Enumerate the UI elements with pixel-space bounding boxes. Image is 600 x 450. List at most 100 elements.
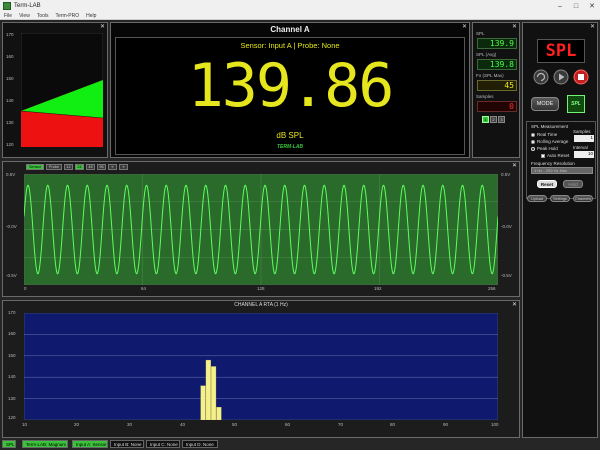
meter-tick: 150 bbox=[6, 76, 14, 81]
status-spl: SPL bbox=[2, 440, 16, 448]
menu-file[interactable]: File bbox=[4, 13, 12, 19]
radio-rolling-average[interactable] bbox=[531, 139, 535, 144]
option-label: Rolling Average bbox=[537, 139, 569, 144]
measurement-title: SPL Measurement bbox=[531, 124, 569, 129]
samples-value: 0 bbox=[477, 101, 517, 112]
rta-y-tick: 140 bbox=[8, 374, 16, 379]
interval-field-label: Interval bbox=[573, 145, 588, 150]
app-icon bbox=[3, 2, 11, 10]
page-button-3[interactable]: 3 bbox=[498, 116, 505, 123]
reset-button[interactable]: Reset bbox=[537, 180, 557, 188]
rta-plot bbox=[24, 313, 498, 420]
meter-tick: 140 bbox=[6, 98, 14, 103]
minimize-button[interactable]: – bbox=[552, 0, 568, 12]
meter-tick: 160 bbox=[6, 54, 14, 59]
x-tick: 192 bbox=[374, 286, 382, 291]
tab-48[interactable]: 48 bbox=[86, 164, 95, 170]
rta-y-tick: 170 bbox=[8, 310, 16, 315]
reading-unit: dB SPL bbox=[276, 131, 304, 140]
option-rolling-average[interactable]: Rolling Average bbox=[531, 139, 568, 144]
interval-input[interactable]: 10 bbox=[574, 151, 594, 158]
menu-term-pro[interactable]: Term-PRO bbox=[56, 13, 80, 19]
tab-menu-a[interactable]: ≡ bbox=[108, 164, 117, 170]
radio-real-time[interactable] bbox=[531, 132, 535, 137]
transport-buttons bbox=[533, 69, 589, 85]
rta-x-tick: 20 bbox=[74, 422, 80, 427]
rta-x-tick: 50 bbox=[232, 422, 238, 427]
spl-badge: SPL bbox=[537, 39, 585, 63]
tab-12[interactable]: 12 bbox=[64, 164, 73, 170]
channel-display-panel: ✕ Channel A Sensor: Input A | Probe: Non… bbox=[110, 22, 470, 158]
settings-button[interactable]: Settings bbox=[550, 195, 570, 202]
tab-sensor[interactable]: Sensor bbox=[26, 164, 44, 170]
rta-x-tick: 10 bbox=[22, 422, 28, 427]
status-input-d: Input D: None bbox=[182, 440, 218, 448]
tab-24[interactable]: 24 bbox=[75, 164, 84, 170]
hold-button[interactable]: Hold bbox=[563, 180, 583, 188]
y-tick-right: -0.5V bbox=[501, 273, 512, 278]
close-icon[interactable]: ✕ bbox=[100, 24, 105, 30]
close-window-button[interactable]: ✕ bbox=[584, 0, 600, 12]
option-label: Peak Hold bbox=[537, 146, 558, 151]
control-panel: ✕ SPL MODE SPL SPL Measurement Samples 1… bbox=[522, 22, 598, 438]
rta-bar bbox=[211, 366, 217, 420]
rta-x-tick: 80 bbox=[390, 422, 396, 427]
tab-96[interactable]: 96 bbox=[97, 164, 106, 170]
rta-x-tick: 100 bbox=[491, 422, 499, 427]
waveform-panel: ✕ Sensor Probe 12 24 48 96 ≡ ≡ 0.5V -0.0… bbox=[2, 161, 520, 297]
option-real-time[interactable]: Real Time bbox=[531, 132, 557, 137]
spl-label: SPL bbox=[476, 31, 485, 36]
main-reading: 139.86 bbox=[187, 51, 395, 121]
mode-button[interactable]: MODE bbox=[531, 97, 559, 111]
x-tick: 128 bbox=[257, 286, 265, 291]
meter-tick: 130 bbox=[6, 120, 14, 125]
status-device: Term-LAB: Magnum bbox=[22, 440, 68, 448]
auto-reset-label: Auto Reset bbox=[547, 153, 570, 158]
channels-button[interactable]: Channels bbox=[573, 195, 593, 202]
auto-reset-checkbox[interactable] bbox=[541, 153, 545, 158]
rta-bar bbox=[216, 407, 222, 420]
refresh-icon bbox=[533, 69, 549, 85]
rta-x-tick: 60 bbox=[285, 422, 291, 427]
maximize-button[interactable]: □ bbox=[568, 0, 584, 12]
rta-bar bbox=[205, 359, 211, 420]
samples-input[interactable]: 1 bbox=[574, 135, 594, 142]
option-label: Real Time bbox=[537, 132, 558, 137]
tab-probe[interactable]: Probe bbox=[46, 164, 62, 170]
freq-res-select[interactable]: 1 Hz - 200 Hz Max bbox=[531, 167, 593, 174]
spl-avg-value: 139.8 bbox=[477, 59, 517, 70]
close-icon[interactable]: ✕ bbox=[512, 24, 517, 30]
rta-panel: ✕ CHANNEL A RTA (1 Hz) 170 160 150 140 1… bbox=[2, 300, 520, 438]
page-button-1[interactable]: 1 bbox=[482, 116, 489, 123]
y-tick-right: 0.5V bbox=[501, 172, 511, 177]
close-icon[interactable]: ✕ bbox=[512, 163, 517, 169]
menu-tools[interactable]: Tools bbox=[37, 13, 49, 19]
y-tick-left: 0.5V bbox=[6, 172, 16, 177]
readouts-panel: ✕ SPL 139.9 SPL (Avg) 139.8 Fo (SPL Max)… bbox=[472, 22, 520, 158]
level-meter-graphic bbox=[21, 33, 103, 147]
page-button-group: 1 2 3 bbox=[482, 116, 505, 123]
y-tick-right: -0.0V bbox=[501, 224, 512, 229]
tab-menu-b[interactable]: ≡ bbox=[119, 164, 128, 170]
menu-bar: File View Tools Term-PRO Help bbox=[0, 12, 600, 20]
fo-value: 45 bbox=[477, 80, 517, 91]
readout-frame: Sensor: Input A | Probe: None 139.86 dB … bbox=[115, 37, 465, 155]
term-lab-logo: TERM-LAB bbox=[276, 144, 304, 150]
level-meter-panel: ✕ 170 160 150 140 130 120 bbox=[2, 22, 108, 158]
menu-view[interactable]: View bbox=[19, 13, 30, 19]
rta-x-tick: 90 bbox=[443, 422, 449, 427]
menu-help[interactable]: Help bbox=[86, 13, 96, 19]
close-icon[interactable]: ✕ bbox=[590, 24, 595, 30]
sensor-line: Sensor: Input A | Probe: None bbox=[240, 41, 340, 50]
mode-badge[interactable]: SPL bbox=[567, 95, 585, 113]
x-tick: 0 bbox=[24, 286, 27, 291]
upload-button[interactable]: Upload bbox=[527, 195, 547, 202]
spl-avg-label: SPL (Avg) bbox=[476, 52, 497, 57]
status-input-b: Input B: None bbox=[110, 440, 144, 448]
auto-reset-option[interactable]: Auto Reset bbox=[541, 153, 569, 158]
option-peak-hold[interactable]: Peak Hold bbox=[531, 146, 558, 151]
y-tick-left: -0.5V bbox=[6, 273, 17, 278]
radio-peak-hold[interactable] bbox=[531, 146, 535, 151]
page-button-2[interactable]: 2 bbox=[490, 116, 497, 123]
rta-y-tick: 150 bbox=[8, 353, 16, 358]
